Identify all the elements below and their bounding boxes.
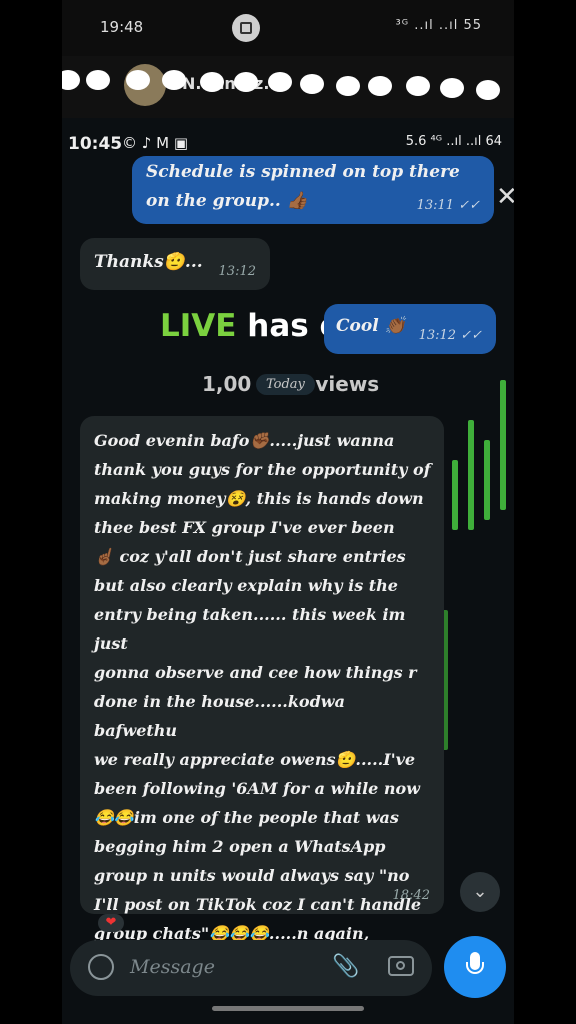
status-signal: ³ᴳ ..ıl ..ıl 55 (395, 18, 482, 33)
read-ticks-icon: ✓✓ (460, 328, 482, 343)
screen-record-icon (232, 14, 260, 42)
microphone-button[interactable] (444, 936, 506, 998)
chevron-down-icon: ⌄ (472, 881, 488, 902)
message-line: done in the house......kodwa bafwethu (94, 692, 345, 740)
phone-icon[interactable] (440, 78, 464, 98)
status-time: 19:48 (100, 18, 144, 36)
message-bubble-m2[interactable]: Thanks🫡... 13:12 (80, 238, 270, 290)
emoji-icon[interactable] (88, 954, 114, 980)
censor-dot (234, 72, 258, 92)
inner-signal: 5.6 ⁴ᴳ ..ıl ..ıl 64 (405, 134, 502, 149)
message-input-bar[interactable]: Message 📎 (70, 940, 432, 996)
read-ticks-icon: ✓✓ (458, 198, 480, 213)
chat-header: N...an...z... (62, 56, 514, 118)
censor-dot (406, 76, 430, 96)
background-live-text: LIVE has e (160, 308, 341, 344)
background-candles (442, 380, 514, 780)
message-line: begging him 2 open a WhatsApp (94, 837, 386, 856)
censor-dot (336, 76, 360, 96)
message-meta: 13:11 ✓✓ (417, 191, 480, 220)
message-line: gonna observe and cee how things r (94, 663, 417, 682)
message-line: we really appreciate owens🫡.....I've (94, 750, 416, 769)
censor-dot (62, 70, 80, 90)
message-time: 18:42 (392, 888, 430, 903)
message-meta: 13:12 (219, 257, 256, 286)
message-line: 😂😂im one of the people that was (94, 808, 399, 827)
arrow-left-icon[interactable] (86, 70, 110, 90)
message-line: making money😵, this is hands down (94, 489, 424, 508)
close-icon[interactable]: ✕ (496, 182, 514, 212)
message-bubble-m1[interactable]: Schedule is spinned on top there on the … (132, 156, 494, 224)
inner-status-bar: 10:45 © ♪ M ▣ 5.6 ⁴ᴳ ..ıl ..ıl 64 (62, 128, 514, 158)
message-line: I'll post on TikTok coz I can't handle (94, 895, 422, 914)
more-icon[interactable] (476, 80, 500, 100)
message-line: but also clearly explain why is the (94, 576, 398, 595)
attach-icon[interactable]: 📎 (332, 954, 359, 979)
notification-icons: © ♪ M ▣ (122, 134, 188, 152)
message-text: Good evenin bafo✊🏾.....just wanna thank y… (94, 426, 432, 977)
message-meta: 13:12 ✓✓ (419, 321, 482, 350)
message-bubble-m3[interactable]: Cool 👏🏾 13:12 ✓✓ (324, 304, 496, 354)
message-time: 13:11 (416, 198, 455, 213)
date-chip: Today (256, 374, 315, 395)
message-line: thank you guys for the opportunity of (94, 460, 431, 479)
message-line: thee best FX group I've ever been (94, 518, 395, 537)
message-time: 13:12 (218, 264, 256, 279)
censor-dot (126, 70, 150, 90)
inner-time: 10:45 (68, 134, 123, 154)
message-line: been following '6AM for a while now (94, 779, 420, 798)
live-word: LIVE (160, 308, 237, 344)
video-icon[interactable] (368, 76, 392, 96)
message-bubble-m4[interactable]: Good evenin bafo✊🏾.....just wanna thank y… (80, 416, 444, 972)
censor-dot (162, 70, 186, 90)
message-meta: 18:42 (393, 881, 430, 910)
phone-screen: 19:48 ³ᴳ ..ıl ..ıl 55 N...an...z... 10:4… (62, 0, 514, 1024)
censor-dot (300, 74, 324, 94)
views-suffix: views (315, 372, 380, 396)
message-line: ☝🏾 coz y'all don't just share entries (94, 547, 406, 566)
message-line: Good evenin bafo✊🏾.....just wanna (94, 431, 395, 450)
chat-name[interactable]: N...an...z... (182, 74, 282, 93)
views-prefix: 1,00 (202, 372, 252, 396)
reaction-heart[interactable]: ❤ (98, 914, 124, 932)
message-time: 13:12 (418, 328, 457, 343)
message-line: entry being taken...... this week im jus… (94, 605, 406, 653)
censor-dot (200, 72, 224, 92)
home-indicator[interactable] (212, 1006, 364, 1011)
scroll-down-button[interactable]: ⌄ (460, 872, 500, 912)
outer-status-bar: 19:48 ³ᴳ ..ıl ..ıl 55 (62, 0, 514, 56)
censor-dot (268, 72, 292, 92)
message-input[interactable]: Message (130, 956, 215, 978)
message-line: group n units would always say "no (94, 866, 410, 885)
camera-icon[interactable] (388, 956, 414, 976)
